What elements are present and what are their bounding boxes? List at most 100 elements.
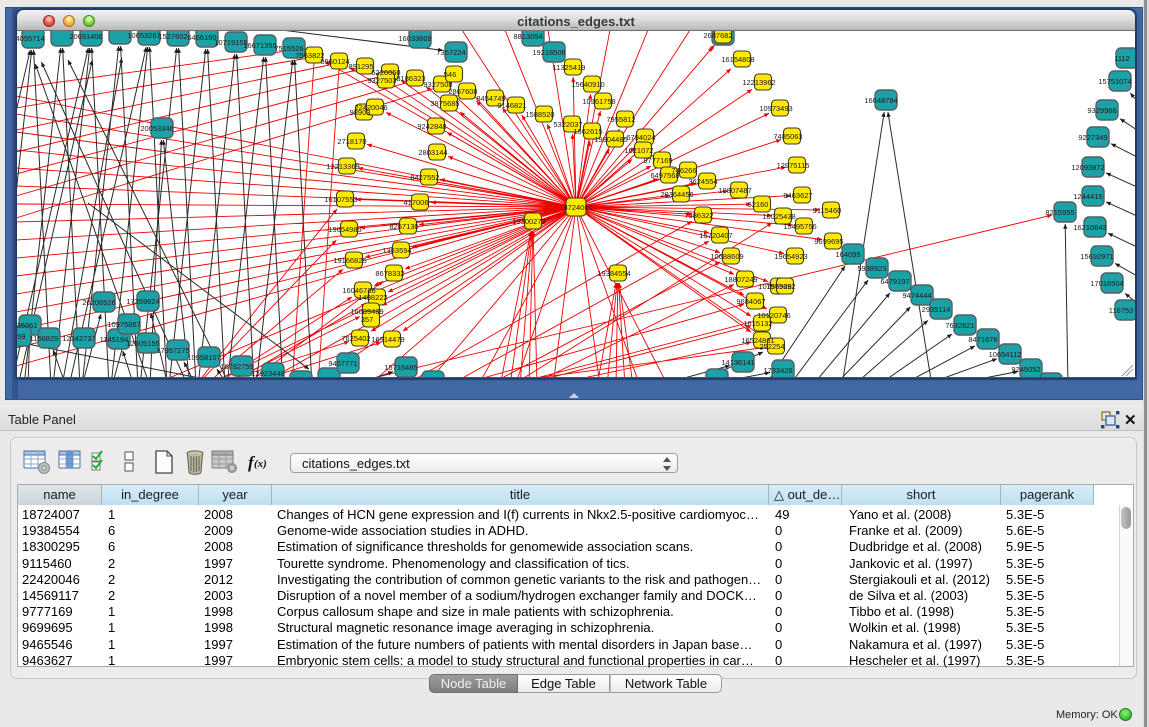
svg-text:10807487: 10807487 bbox=[718, 186, 751, 195]
svg-text:7986322: 7986322 bbox=[684, 211, 713, 220]
svg-text:10975867: 10975867 bbox=[107, 320, 140, 329]
svg-text:1156829: 1156829 bbox=[30, 334, 59, 343]
svg-text:16782759: 16782759 bbox=[220, 362, 253, 371]
svg-text:16671355: 16671355 bbox=[243, 41, 276, 50]
svg-text:164095: 164095 bbox=[835, 250, 860, 259]
svg-text:12923448: 12923448 bbox=[251, 369, 284, 377]
svg-text:15716485: 15716485 bbox=[384, 363, 417, 372]
svg-text:15495756: 15495756 bbox=[783, 222, 816, 231]
svg-text:3875685: 3875685 bbox=[430, 99, 459, 108]
svg-text:2867608: 2867608 bbox=[448, 87, 477, 96]
svg-text:8813054: 8813054 bbox=[513, 32, 542, 41]
svg-text:17957275: 17957275 bbox=[156, 346, 189, 355]
svg-text:2718170: 2718170 bbox=[337, 137, 366, 146]
svg-text:6466160: 6466160 bbox=[187, 33, 216, 42]
svg-text:2687682: 2687682 bbox=[703, 31, 732, 40]
svg-text:8471676: 8471676 bbox=[968, 335, 997, 344]
svg-text:18724007: 18724007 bbox=[559, 203, 592, 212]
svg-text:18807249: 18807249 bbox=[724, 275, 757, 284]
svg-text:891295: 891295 bbox=[348, 62, 373, 71]
svg-text:(x): (x) bbox=[254, 458, 267, 470]
svg-text:16914479: 16914479 bbox=[371, 335, 404, 344]
svg-text:5938923: 5938923 bbox=[857, 264, 886, 273]
svg-text:10653267: 10653267 bbox=[127, 31, 160, 40]
svg-text:7955812: 7955812 bbox=[606, 115, 635, 124]
svg-text:9146821: 9146821 bbox=[497, 101, 526, 110]
svg-text:12505155: 12505155 bbox=[126, 339, 159, 348]
svg-text:16107553: 16107553 bbox=[324, 195, 357, 204]
svg-text:17359924: 17359924 bbox=[126, 297, 159, 306]
svg-text:12213962: 12213962 bbox=[742, 78, 775, 87]
svg-text:7632621: 7632621 bbox=[945, 321, 974, 330]
svg-text:20364456: 20364456 bbox=[660, 190, 693, 199]
svg-text:16154808: 16154808 bbox=[721, 55, 754, 64]
svg-text:19166825: 19166825 bbox=[333, 256, 366, 265]
svg-text:6479197: 6479197 bbox=[880, 277, 909, 286]
svg-text:1733426: 1733426 bbox=[763, 366, 792, 375]
svg-text:16210643: 16210643 bbox=[1073, 223, 1106, 232]
svg-text:15751074: 15751074 bbox=[1098, 77, 1131, 86]
svg-text:20206526: 20206526 bbox=[82, 298, 115, 307]
svg-text:1145194: 1145194 bbox=[100, 335, 129, 344]
svg-text:9699695: 9699695 bbox=[814, 237, 843, 246]
svg-text:252254: 252254 bbox=[759, 342, 784, 351]
svg-text:7625402: 7625402 bbox=[341, 334, 370, 343]
svg-text:10654112: 10654112 bbox=[989, 350, 1022, 359]
svg-text:62160: 62160 bbox=[748, 200, 769, 209]
svg-text:746266: 746266 bbox=[671, 166, 696, 175]
svg-text:1112: 1112 bbox=[1114, 54, 1130, 63]
svg-text:417006: 417006 bbox=[403, 198, 428, 207]
svg-text:12975115: 12975115 bbox=[777, 161, 810, 170]
svg-text:7485063: 7485063 bbox=[773, 132, 802, 141]
svg-text:1244415: 1244415 bbox=[1073, 192, 1102, 201]
svg-text:1975692: 1975692 bbox=[766, 282, 795, 291]
svg-text:9777169: 9777169 bbox=[643, 156, 672, 165]
svg-text:19654923: 19654923 bbox=[774, 252, 807, 261]
svg-text:1621072: 1621072 bbox=[624, 146, 653, 155]
svg-text:2935114: 2935114 bbox=[922, 305, 951, 314]
svg-text:7357224: 7357224 bbox=[436, 48, 465, 57]
svg-text:6794024: 6794024 bbox=[626, 133, 655, 142]
svg-text:15692971: 15692971 bbox=[1080, 252, 1113, 261]
svg-text:10025438: 10025438 bbox=[762, 212, 795, 221]
svg-text:22420046: 22420046 bbox=[354, 103, 387, 112]
svg-text:9463627: 9463627 bbox=[783, 191, 812, 200]
svg-text:1615132: 1615132 bbox=[743, 319, 772, 328]
svg-text:16648784: 16648784 bbox=[864, 96, 897, 105]
svg-text:8678332: 8678332 bbox=[375, 269, 404, 278]
svg-text:19654985: 19654985 bbox=[328, 225, 361, 234]
svg-text:116753: 116753 bbox=[1109, 306, 1133, 315]
svg-text:9242848: 9242848 bbox=[417, 122, 446, 131]
svg-text:11325419: 11325419 bbox=[553, 63, 586, 72]
svg-text:19904485: 19904485 bbox=[594, 135, 627, 144]
svg-text:20053346: 20053346 bbox=[140, 124, 173, 133]
svg-text:10688609: 10688609 bbox=[710, 252, 743, 261]
svg-text:19300273: 19300273 bbox=[512, 217, 545, 226]
svg-text:8215955: 8215955 bbox=[1045, 208, 1074, 217]
svg-text:1353594: 1353594 bbox=[382, 246, 411, 255]
svg-text:10958107: 10958107 bbox=[187, 353, 220, 362]
svg-text:12093872: 12093872 bbox=[1071, 163, 1104, 172]
svg-text:15720407: 15720407 bbox=[699, 231, 732, 240]
svg-text:10961758: 10961758 bbox=[582, 97, 615, 106]
svg-text:9474444: 9474444 bbox=[902, 291, 931, 300]
svg-text:20691406: 20691406 bbox=[69, 32, 102, 41]
svg-text:14136141: 14136141 bbox=[721, 358, 754, 367]
svg-text:3624554: 3624554 bbox=[688, 177, 717, 186]
svg-text:19384554: 19384554 bbox=[597, 269, 630, 278]
svg-text:12342737: 12342737 bbox=[62, 334, 95, 343]
svg-text:9115460: 9115460 bbox=[813, 206, 842, 215]
svg-text:15640910: 15640910 bbox=[571, 80, 604, 89]
svg-text:8186323: 8186323 bbox=[396, 74, 425, 83]
svg-text:546: 546 bbox=[444, 70, 457, 79]
svg-text:8427552: 8427552 bbox=[410, 173, 439, 182]
svg-text:335061: 335061 bbox=[17, 321, 38, 330]
svg-text:8960124: 8960124 bbox=[320, 57, 349, 66]
svg-text:9327503: 9327503 bbox=[367, 76, 396, 85]
svg-text:8267130: 8267130 bbox=[389, 222, 418, 231]
svg-text:19218506: 19218506 bbox=[532, 48, 565, 57]
svg-text:357: 357 bbox=[361, 315, 374, 324]
svg-text:2803144: 2803144 bbox=[418, 148, 447, 157]
svg-text:17016504: 17016504 bbox=[1090, 279, 1123, 288]
svg-text:9329966: 9329966 bbox=[1087, 106, 1116, 115]
